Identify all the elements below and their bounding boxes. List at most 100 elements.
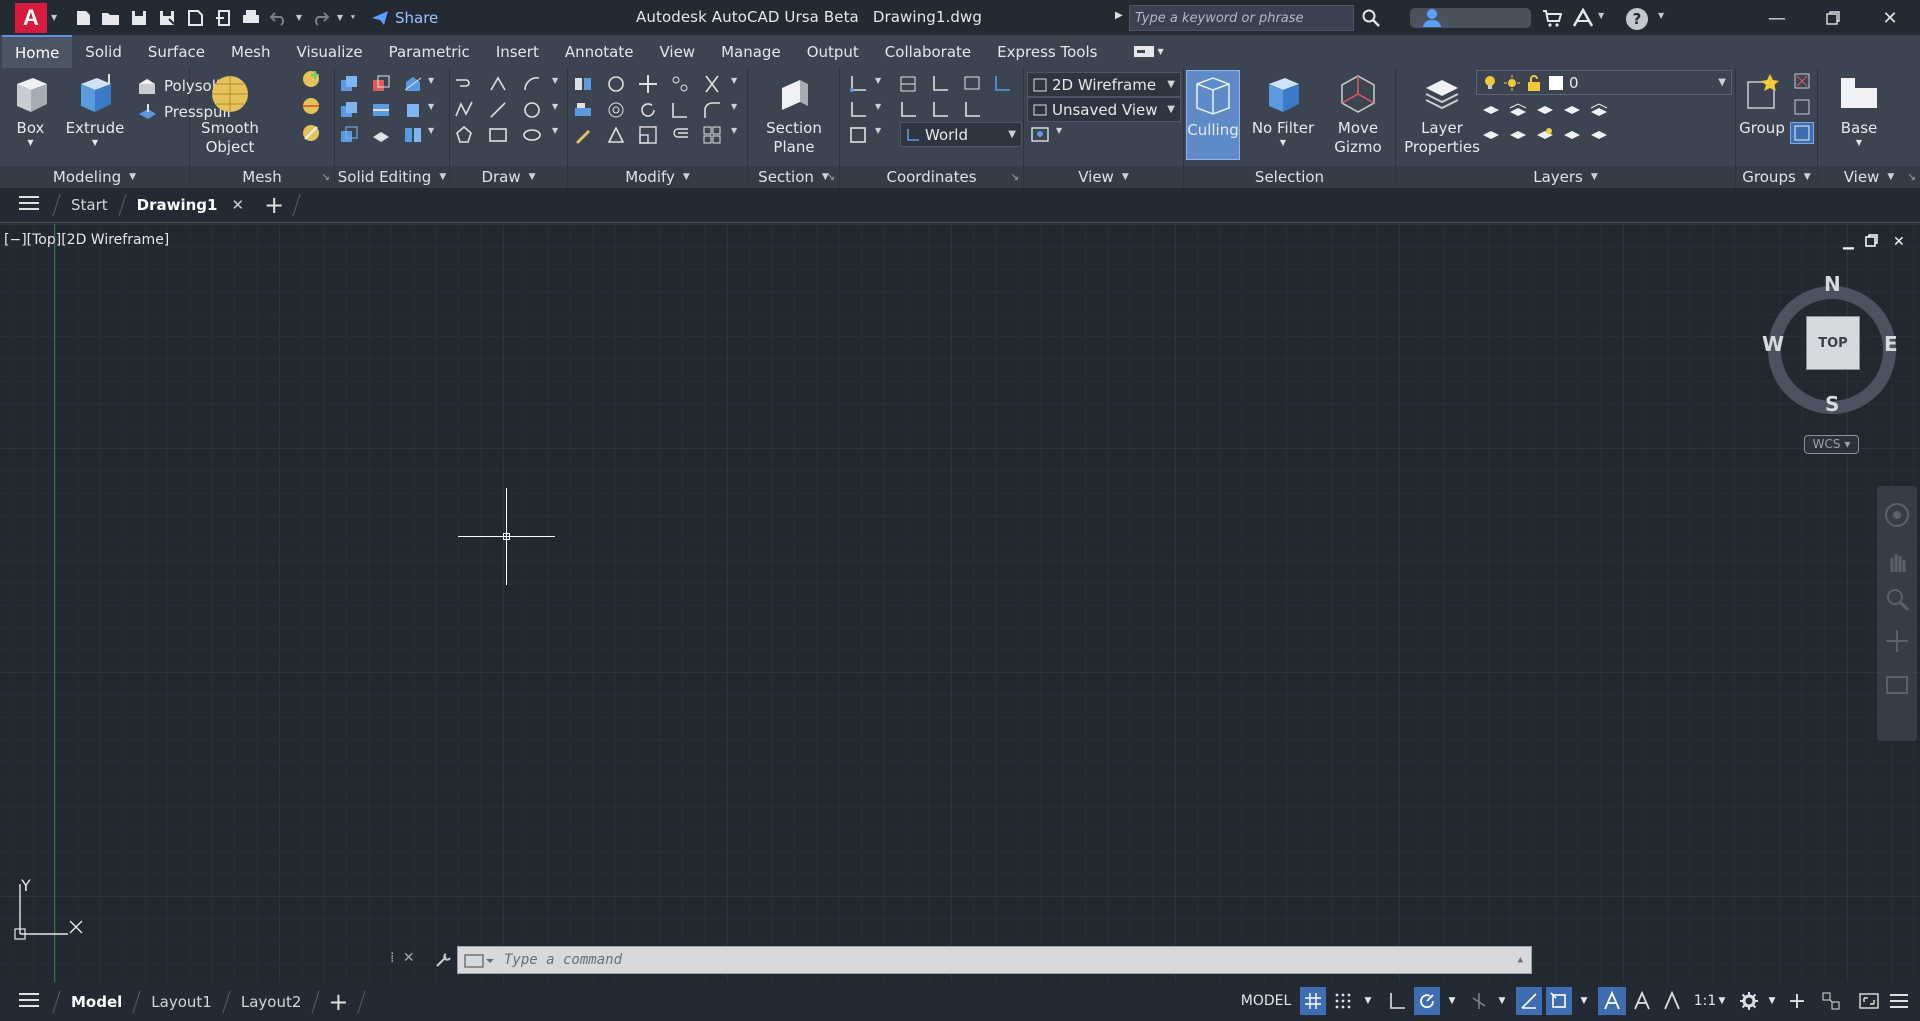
layer-tool-9-icon[interactable] <box>1560 124 1584 146</box>
rectangle-icon[interactable] <box>486 124 510 146</box>
line-icon[interactable] <box>486 99 510 121</box>
zoom-extents-icon[interactable] <box>1884 586 1910 616</box>
customize-toolbar-icon[interactable]: ⯆ <box>347 13 359 23</box>
ucs-previous-icon[interactable] <box>960 73 984 95</box>
plot-icon[interactable] <box>237 5 264 31</box>
ungroup-icon[interactable] <box>1790 70 1814 92</box>
array-icon[interactable] <box>700 124 724 146</box>
file-tabs-menu-icon[interactable] <box>18 195 42 215</box>
polar-dropdown-icon[interactable]: ▼ <box>1444 987 1460 1015</box>
autocad-logo[interactable]: A <box>15 2 47 33</box>
3d-rotate-icon[interactable] <box>604 73 628 95</box>
search-expand-icon[interactable]: ▶ <box>1115 10 1123 21</box>
offset-icon[interactable] <box>668 124 692 146</box>
close-tab-icon[interactable]: ✕ <box>231 196 244 214</box>
viewport-minimize-icon[interactable]: ▁ <box>1843 234 1854 250</box>
help-dropdown-icon[interactable]: ▼ <box>1658 11 1664 20</box>
panel-title-mesh[interactable]: Mesh ↘ <box>190 166 334 188</box>
isodraft-button[interactable] <box>1466 987 1492 1015</box>
panel-title-coordinates[interactable]: Coordinates ↘ <box>840 166 1023 188</box>
undo-icon[interactable] <box>265 5 292 31</box>
tab-home[interactable]: Home <box>2 35 73 68</box>
panel-title-view[interactable]: View ▼ <box>1024 166 1183 188</box>
smooth-object-button[interactable]: Smooth Object <box>195 72 265 157</box>
isodraft-dropdown-icon[interactable]: ▼ <box>1494 987 1510 1015</box>
pan-icon[interactable] <box>1884 548 1910 578</box>
new-layout-icon[interactable]: + <box>328 988 348 1016</box>
culling-button[interactable]: Culling <box>1186 70 1240 160</box>
viewcube-top-face[interactable]: TOP <box>1806 316 1860 370</box>
viewcube-west[interactable]: W <box>1762 332 1784 356</box>
shell-icon[interactable] <box>369 124 393 146</box>
tab-visualize[interactable]: Visualize <box>284 35 376 68</box>
minimize-button[interactable]: — <box>1752 5 1802 31</box>
undo-dropdown-icon[interactable]: ▼ <box>293 13 305 22</box>
extrude-faces-icon[interactable] <box>401 99 425 121</box>
orbit-icon[interactable] <box>1884 628 1910 658</box>
group-button[interactable]: Group <box>1739 72 1785 138</box>
app-menu-dropdown-icon[interactable]: ▼ <box>51 13 61 22</box>
slice-icon[interactable] <box>401 73 425 95</box>
separate-icon[interactable] <box>401 124 425 146</box>
subtract-icon[interactable] <box>369 73 393 95</box>
layer-tool-7-icon[interactable] <box>1506 124 1530 146</box>
ucs-icon[interactable] <box>846 73 870 95</box>
close-window-button[interactable]: ✕ <box>1865 5 1915 31</box>
layer-tool-2-icon[interactable] <box>1506 99 1530 121</box>
arc-icon[interactable] <box>520 73 544 95</box>
box-button[interactable]: Box ▼ <box>8 72 53 148</box>
trim-icon[interactable] <box>700 73 724 95</box>
3d-align-icon[interactable] <box>571 99 595 121</box>
ucs-object-icon[interactable] <box>896 99 920 121</box>
ellipse-icon[interactable] <box>520 124 544 146</box>
union-icon[interactable] <box>337 73 361 95</box>
mesh-crease-icon[interactable] <box>299 95 323 117</box>
interfere-icon[interactable] <box>337 124 361 146</box>
panel-title-modify[interactable]: Modify ▼ <box>568 166 747 188</box>
viewcube-north[interactable]: N <box>1824 272 1841 296</box>
panel-title-section[interactable]: Section ▼ ↘ <box>748 166 839 188</box>
workspace-dropdown-icon[interactable]: ▼ <box>1764 987 1780 1015</box>
layer-tool-8-icon[interactable] <box>1533 124 1557 146</box>
ucs-y-icon[interactable] <box>928 99 952 121</box>
viewport-close-icon[interactable]: ✕ <box>1893 234 1905 250</box>
3d-polyline-icon[interactable] <box>452 99 476 121</box>
layer-tool-1-icon[interactable] <box>1479 99 1503 121</box>
polygon-icon[interactable] <box>452 124 476 146</box>
ucs-world-dropdown[interactable]: World ▼ <box>900 122 1022 147</box>
group-edit-icon[interactable] <box>1790 96 1814 118</box>
user-icon[interactable] <box>1422 8 1442 28</box>
tab-mesh[interactable]: Mesh <box>218 35 284 68</box>
group-selection-icon[interactable] <box>1790 122 1814 144</box>
mirror-icon[interactable] <box>571 73 595 95</box>
tab-express-tools[interactable]: Express Tools <box>984 35 1110 68</box>
command-expand-icon[interactable]: ▲ <box>1518 955 1523 965</box>
ribbon-display-toggle[interactable]: ▼ <box>1134 45 1164 58</box>
layer-properties-button[interactable]: Layer Properties <box>1404 72 1480 157</box>
cart-icon[interactable] <box>1542 9 1562 27</box>
save-to-web-icon[interactable] <box>209 5 236 31</box>
panel-title-solid-editing[interactable]: Solid Editing ▼ <box>335 166 449 188</box>
tab-solid[interactable]: Solid <box>72 35 135 68</box>
clean-screen-button[interactable] <box>1856 987 1882 1015</box>
tab-model[interactable]: Model <box>57 993 136 1011</box>
extrude-button[interactable]: Extrude ▼ <box>65 72 125 148</box>
viewport-config-icon[interactable] <box>1028 124 1052 146</box>
layer-tool-6-icon[interactable] <box>1479 124 1503 146</box>
viewcube-east[interactable]: E <box>1884 332 1898 356</box>
tab-collaborate[interactable]: Collaborate <box>872 35 984 68</box>
fillet-icon[interactable] <box>700 99 724 121</box>
layer-tool-3-icon[interactable] <box>1533 99 1557 121</box>
ortho-toggle-button[interactable] <box>1384 987 1410 1015</box>
search-icon[interactable] <box>1362 9 1380 27</box>
3d-scale-icon[interactable] <box>604 99 628 121</box>
panel-title-layers[interactable]: Layers ▼ <box>1396 166 1735 188</box>
showmotion-icon[interactable] <box>1884 672 1910 702</box>
share-button[interactable]: Share <box>371 9 438 27</box>
scale-dropdown-icon[interactable]: ▼ <box>1714 987 1730 1015</box>
help-icon[interactable]: ? <box>1626 8 1648 30</box>
helix-icon[interactable] <box>486 73 510 95</box>
3d-array-icon[interactable] <box>604 124 628 146</box>
ucs-z-icon[interactable] <box>960 99 984 121</box>
panel-title-view2[interactable]: View ▼ ↘ <box>1818 166 1920 188</box>
